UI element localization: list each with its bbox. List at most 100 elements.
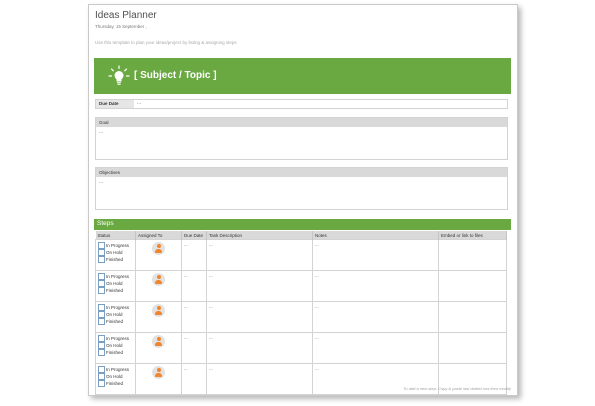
status-option-label: Finished bbox=[106, 257, 124, 262]
status-checkbox[interactable] bbox=[98, 287, 105, 294]
task-description-cell[interactable]: ... bbox=[206, 301, 313, 333]
status-checkbox[interactable] bbox=[98, 373, 105, 380]
status-option-label: On Hold bbox=[106, 250, 123, 255]
status-option-label: In Progress bbox=[106, 336, 130, 341]
status-option[interactable]: On Hold bbox=[98, 342, 133, 349]
status-option[interactable]: Finished bbox=[98, 256, 133, 263]
status-option[interactable]: In Progress bbox=[98, 335, 133, 342]
due-date-cell[interactable]: ... bbox=[181, 332, 207, 364]
objectives-field[interactable]: ... bbox=[96, 177, 507, 187]
status-cell: In Progress On Hold Finished bbox=[95, 301, 136, 333]
steps-title: Steps bbox=[97, 220, 114, 227]
status-option[interactable]: On Hold bbox=[98, 249, 133, 256]
person-icon[interactable] bbox=[152, 304, 165, 317]
person-head bbox=[156, 337, 161, 341]
status-checkbox[interactable] bbox=[98, 304, 105, 311]
status-option[interactable]: In Progress bbox=[98, 273, 133, 280]
status-checkbox[interactable] bbox=[98, 273, 105, 280]
status-option[interactable]: On Hold bbox=[98, 311, 133, 318]
step-row: In Progress On Hold Finished......... bbox=[95, 270, 507, 302]
files-cell[interactable] bbox=[438, 301, 507, 333]
status-option[interactable]: Finished bbox=[98, 349, 133, 356]
person-body bbox=[155, 341, 162, 346]
page-title: Ideas Planner bbox=[95, 10, 157, 21]
due-date-cell[interactable]: ... bbox=[181, 363, 207, 395]
column-header-notes: Notes bbox=[312, 231, 439, 240]
status-option-label: In Progress bbox=[106, 243, 130, 248]
status-checkbox[interactable] bbox=[98, 349, 105, 356]
status-option-label: In Progress bbox=[106, 367, 130, 372]
status-option-label: In Progress bbox=[106, 274, 130, 279]
status-checkbox[interactable] bbox=[98, 249, 105, 256]
subject-title[interactable]: [ Subject / Topic ] bbox=[134, 70, 217, 81]
status-checkbox[interactable] bbox=[98, 311, 105, 318]
goal-field[interactable]: ... bbox=[96, 127, 507, 137]
due-date-cell[interactable]: ... bbox=[181, 270, 207, 302]
steps-table-header: Status Assigned To Due Date Task Descrip… bbox=[95, 231, 507, 240]
status-checkbox[interactable] bbox=[98, 342, 105, 349]
status-checkbox[interactable] bbox=[98, 256, 105, 263]
status-option-label: Finished bbox=[106, 319, 124, 324]
goal-label: Goal bbox=[96, 118, 507, 127]
status-checkbox[interactable] bbox=[98, 380, 105, 387]
status-option[interactable]: In Progress bbox=[98, 366, 133, 373]
due-date-cell[interactable]: ... bbox=[181, 301, 207, 333]
status-checkbox[interactable] bbox=[98, 280, 105, 287]
notes-cell[interactable]: ... bbox=[312, 270, 439, 302]
person-body bbox=[155, 372, 162, 377]
footer-note: To add a new step: Copy & paste last dot… bbox=[403, 386, 511, 391]
document-page: Ideas Planner Thursday, 15 September , U… bbox=[88, 4, 518, 396]
due-date-cell[interactable]: ... bbox=[181, 239, 207, 271]
step-row: In Progress On Hold Finished......... bbox=[95, 332, 507, 364]
files-cell[interactable] bbox=[438, 239, 507, 271]
notes-cell[interactable]: ... bbox=[312, 239, 439, 271]
person-icon[interactable] bbox=[152, 366, 165, 379]
status-option[interactable]: On Hold bbox=[98, 373, 133, 380]
column-header-files: Embed or link to files bbox=[438, 231, 507, 240]
assigned-cell bbox=[135, 332, 182, 364]
notes-cell[interactable]: ... bbox=[312, 332, 439, 364]
status-option[interactable]: Finished bbox=[98, 318, 133, 325]
status-option-label: Finished bbox=[106, 381, 124, 386]
assigned-cell bbox=[135, 363, 182, 395]
status-checkbox[interactable] bbox=[98, 242, 105, 249]
person-body bbox=[155, 248, 162, 253]
status-checkbox[interactable] bbox=[98, 318, 105, 325]
files-cell[interactable] bbox=[438, 332, 507, 364]
column-header-status: Status bbox=[95, 231, 136, 240]
person-icon[interactable] bbox=[152, 242, 165, 255]
status-option[interactable]: On Hold bbox=[98, 280, 133, 287]
status-option-label: Finished bbox=[106, 288, 124, 293]
task-description-cell[interactable]: ... bbox=[206, 363, 313, 395]
person-icon[interactable] bbox=[152, 273, 165, 286]
assigned-cell bbox=[135, 270, 182, 302]
steps-table: Status Assigned To Due Date Task Descrip… bbox=[95, 231, 507, 395]
status-checkbox[interactable] bbox=[98, 366, 105, 373]
status-option-label: In Progress bbox=[106, 305, 130, 310]
status-option[interactable]: In Progress bbox=[98, 304, 133, 311]
person-icon[interactable] bbox=[152, 335, 165, 348]
objectives-section: Objectives ... bbox=[95, 167, 508, 210]
files-cell[interactable] bbox=[438, 270, 507, 302]
subject-banner: [ Subject / Topic ] bbox=[94, 58, 511, 94]
task-description-cell[interactable]: ... bbox=[206, 239, 313, 271]
step-row: In Progress On Hold Finished......... bbox=[95, 301, 507, 333]
goal-section: Goal ... bbox=[95, 117, 508, 160]
notes-cell[interactable]: ... bbox=[312, 301, 439, 333]
person-head bbox=[156, 306, 161, 310]
status-option[interactable]: Finished bbox=[98, 287, 133, 294]
status-option-label: Finished bbox=[106, 350, 124, 355]
column-header-task: Task Description bbox=[206, 231, 313, 240]
status-checkbox[interactable] bbox=[98, 335, 105, 342]
due-date-value[interactable]: ... bbox=[137, 100, 141, 107]
status-cell: In Progress On Hold Finished bbox=[95, 332, 136, 364]
steps-header: Steps bbox=[94, 219, 511, 230]
instruction-text: Use this template to plan your ideas/pro… bbox=[95, 40, 237, 45]
assigned-cell bbox=[135, 301, 182, 333]
step-row: In Progress On Hold Finished......... bbox=[95, 239, 507, 271]
person-head bbox=[156, 275, 161, 279]
task-description-cell[interactable]: ... bbox=[206, 270, 313, 302]
status-option[interactable]: In Progress bbox=[98, 242, 133, 249]
task-description-cell[interactable]: ... bbox=[206, 332, 313, 364]
status-option[interactable]: Finished bbox=[98, 380, 133, 387]
